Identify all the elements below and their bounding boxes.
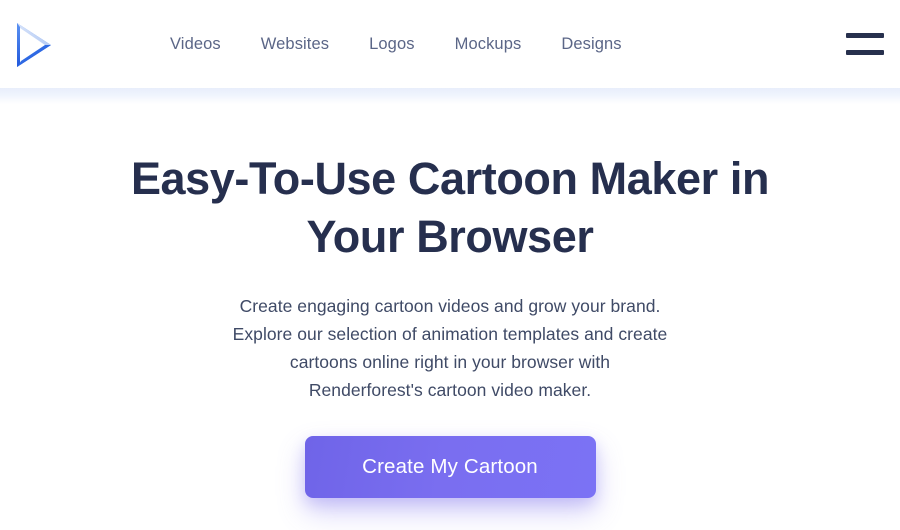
nav-item-websites[interactable]: Websites — [241, 0, 349, 88]
cta-container: Create My Cartoon — [0, 436, 900, 498]
hero-subtitle-line-2: Explore our selection of animation templ… — [232, 324, 668, 344]
header-shadow — [0, 88, 900, 104]
hero-subtitle-line-4: Renderforest's cartoon video maker. — [308, 380, 592, 400]
page-title-line-1: Easy-To-Use Cartoon Maker in — [130, 153, 770, 204]
hamburger-menu-icon[interactable] — [844, 30, 886, 58]
hero-subtitle: Create engaging cartoon videos and grow … — [0, 292, 900, 404]
nav-item-mockups[interactable]: Mockups — [435, 0, 542, 88]
main-navigation: Videos Websites Logos Mockups Designs — [160, 0, 642, 88]
hero-subtitle-line-1: Create engaging cartoon videos and grow … — [239, 296, 661, 316]
renderforest-play-logo-icon[interactable] — [8, 18, 62, 72]
nav-item-videos[interactable]: Videos — [160, 0, 241, 88]
landing-page: Videos Websites Logos Mockups Designs Ea… — [0, 0, 900, 530]
page-title: Easy-To-Use Cartoon Maker in Your Browse… — [70, 150, 830, 266]
hero-section: Easy-To-Use Cartoon Maker in Your Browse… — [0, 88, 900, 498]
hamburger-bar-top — [846, 33, 884, 38]
create-my-cartoon-button[interactable]: Create My Cartoon — [304, 436, 596, 498]
hamburger-bar-bottom — [846, 50, 884, 55]
hero-subtitle-line-3: cartoons online right in your browser wi… — [289, 352, 611, 372]
nav-item-logos[interactable]: Logos — [349, 0, 434, 88]
site-header: Videos Websites Logos Mockups Designs — [0, 0, 900, 88]
page-title-line-2: Your Browser — [306, 211, 594, 262]
nav-item-designs[interactable]: Designs — [541, 0, 641, 88]
